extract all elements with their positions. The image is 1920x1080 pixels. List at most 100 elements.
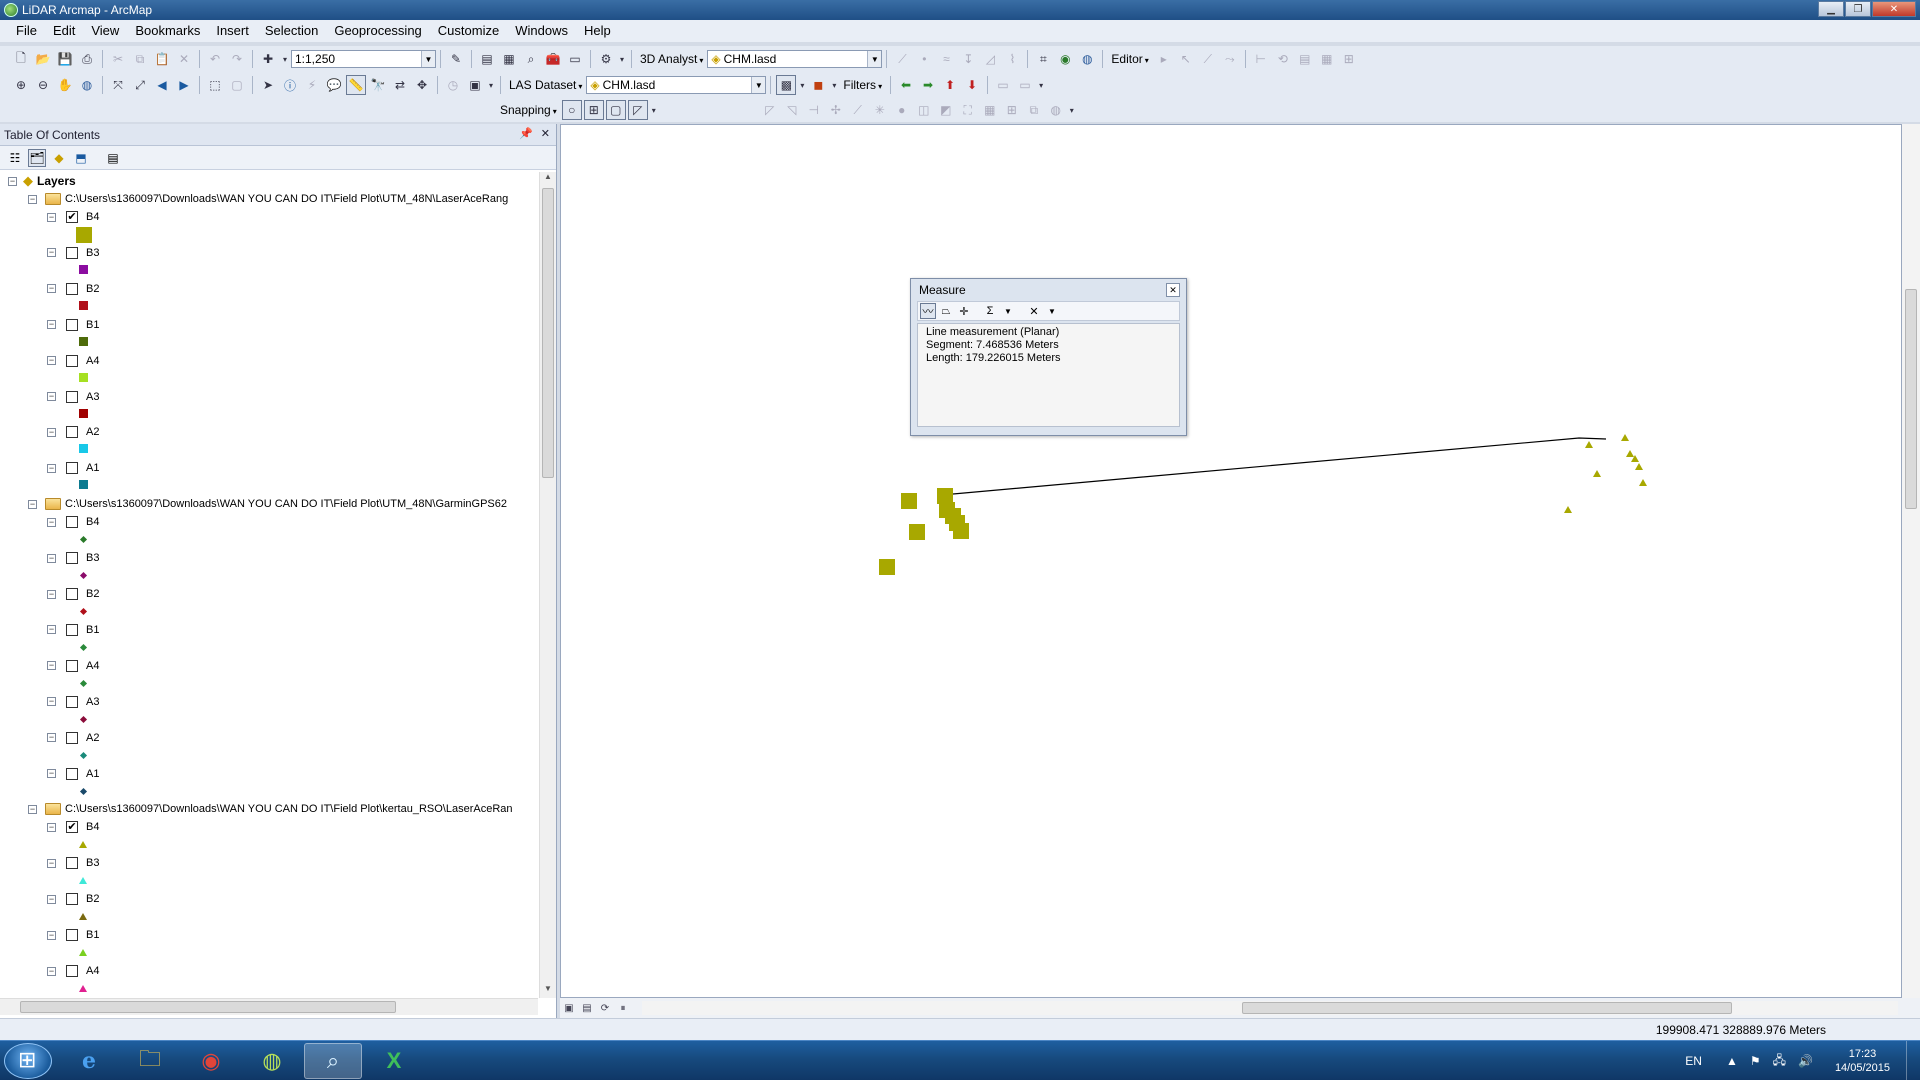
arctoolbox-icon[interactable]: 🧰 xyxy=(543,49,563,69)
forward-extent-icon[interactable]: ▶ xyxy=(174,75,194,95)
go-to-xy-icon[interactable]: ✥ xyxy=(412,75,432,95)
surface-symbology-dropdown-icon[interactable]: ▾ xyxy=(830,75,838,95)
collapse-icon[interactable]: − xyxy=(47,894,56,904)
copy-icon[interactable]: ⧉ xyxy=(130,49,150,69)
layer-item[interactable]: − A2 xyxy=(47,729,99,747)
volume-icon[interactable]: 🔊 xyxy=(1798,1054,1813,1068)
list-by-selection-icon[interactable]: ⬒ xyxy=(72,149,90,167)
layer-item[interactable]: − B1 xyxy=(47,926,99,944)
layer-visibility-checkbox[interactable] xyxy=(66,588,78,600)
contour-icon[interactable]: ≈ xyxy=(936,49,956,69)
layer-item[interactable]: − B4 xyxy=(47,513,99,531)
editor-toolbar-icon[interactable]: ✎ xyxy=(446,49,466,69)
layer-item[interactable]: − ✔ B4 xyxy=(47,818,99,836)
profile-dropdown-icon[interactable]: ⌗ xyxy=(1033,49,1053,69)
layer-group-2[interactable]: − C:\Users\s1360097\Downloads\WAN YOU CAN… xyxy=(28,800,513,818)
toc-close-icon[interactable]: ✕ xyxy=(541,127,550,140)
point-symbology-icon[interactable]: ▩ xyxy=(776,75,797,95)
add-data-dropdown-icon[interactable]: ▾ xyxy=(280,49,290,69)
paste-icon[interactable]: 📋 xyxy=(152,49,172,69)
menu-windows[interactable]: Windows xyxy=(507,20,576,42)
las-profile-icon[interactable]: ▭ xyxy=(1015,75,1035,95)
layer-group-0[interactable]: − C:\Users\s1360097\Downloads\WAN YOU CAN… xyxy=(28,190,508,208)
ie-icon[interactable]: e xyxy=(60,1043,118,1079)
straight-segment-icon[interactable]: ⟋ xyxy=(1198,49,1218,69)
split-icon[interactable]: ⊢ xyxy=(1251,49,1271,69)
georef-5-icon[interactable]: ⟋ xyxy=(848,100,868,120)
menu-geoprocessing[interactable]: Geoprocessing xyxy=(326,20,429,42)
surface-symbology-icon[interactable]: ◼ xyxy=(808,75,828,95)
georef-8-icon[interactable]: ◫ xyxy=(914,100,934,120)
undo-icon[interactable]: ↶ xyxy=(205,49,225,69)
explorer-icon[interactable]: 🗀 xyxy=(121,1043,179,1079)
python-window-icon[interactable]: ▭ xyxy=(565,49,585,69)
open-icon[interactable]: 📂 xyxy=(33,49,53,69)
fixed-zoom-in-icon[interactable]: ⤧ xyxy=(108,75,128,95)
georef-10-icon[interactable]: ⛶ xyxy=(958,100,978,120)
choose-units-icon[interactable]: ▼ xyxy=(1000,303,1016,319)
full-extent-icon[interactable]: ◍ xyxy=(77,75,97,95)
collapse-icon[interactable]: − xyxy=(47,517,56,527)
line-of-sight-icon[interactable]: ◿ xyxy=(980,49,1000,69)
clear-selection-icon[interactable]: ▢ xyxy=(227,75,247,95)
interpolate-point-icon[interactable]: • xyxy=(914,49,934,69)
measure-title-bar[interactable]: Measure ✕ xyxy=(911,279,1186,301)
select-features-icon[interactable]: ⬚ xyxy=(205,75,225,95)
layer-visibility-checkbox[interactable] xyxy=(66,390,78,403)
layer-item[interactable]: − B3 xyxy=(47,549,99,567)
filters-menu[interactable]: Filters ▾ xyxy=(839,78,886,92)
georef-14-icon[interactable]: ◍ xyxy=(1046,100,1066,120)
fixed-zoom-out-icon[interactable]: ⤢ xyxy=(130,75,150,95)
georef-2-icon[interactable]: ◹ xyxy=(782,100,802,120)
georef-13-icon[interactable]: ⧉ xyxy=(1024,100,1044,120)
collapse-icon[interactable]: − xyxy=(47,553,56,563)
3d-analyst-layer-combo[interactable]: ◈ CHM.lasd ▼ xyxy=(707,50,883,68)
excel-icon[interactable]: X xyxy=(365,1043,423,1079)
layer-item[interactable]: − A4 xyxy=(47,657,99,675)
map-horizontal-scrollbar[interactable] xyxy=(642,1001,1898,1015)
redo-icon[interactable]: ↷ xyxy=(227,49,247,69)
tools-options-icon[interactable]: ▾ xyxy=(487,75,495,95)
back-extent-icon[interactable]: ◀ xyxy=(152,75,172,95)
georef-4-icon[interactable]: ✢ xyxy=(826,100,846,120)
collapse-icon[interactable]: − xyxy=(47,769,56,778)
point-snapping-icon[interactable]: ○ xyxy=(561,100,582,120)
data-view-icon[interactable]: ▣ xyxy=(560,1003,578,1014)
map-vertical-scrollbar[interactable] xyxy=(1902,124,1920,998)
toc-vertical-scrollbar[interactable]: ▲ ▼ xyxy=(539,172,556,998)
table-of-contents-icon[interactable]: ▤ xyxy=(477,49,497,69)
las-layer-props-icon[interactable]: ▭ xyxy=(993,75,1013,95)
close-button[interactable]: ✕ xyxy=(1872,1,1916,17)
measure-line-icon[interactable]: 〰 xyxy=(920,303,936,319)
toc-options-icon[interactable]: ▤ xyxy=(104,149,122,167)
collapse-icon[interactable]: − xyxy=(28,499,37,509)
html-popup-icon[interactable]: 💬 xyxy=(324,75,344,95)
layer-group-1[interactable]: − C:\Users\s1360097\Downloads\WAN YOU CAN… xyxy=(28,495,507,513)
layer-item[interactable]: − A4 xyxy=(47,352,99,370)
collapse-icon[interactable]: − xyxy=(47,320,56,330)
end-snapping-icon[interactable]: ⊞ xyxy=(583,100,604,120)
layer-item[interactable]: − ✔ B4 xyxy=(47,208,99,226)
maximize-button[interactable]: ❐ xyxy=(1845,1,1871,17)
collapse-icon[interactable]: − xyxy=(8,176,17,186)
steepest-path-icon[interactable]: ↧ xyxy=(958,49,978,69)
pause-drawing-icon[interactable]: ⏸ xyxy=(614,1003,632,1014)
collapse-icon[interactable]: − xyxy=(47,463,56,473)
toolbar-options-icon[interactable]: ▾ xyxy=(618,49,626,69)
arcgis-icon[interactable]: ◍ xyxy=(243,1043,301,1079)
arcscene-icon[interactable]: ◉ xyxy=(1055,49,1075,69)
attributes-icon[interactable]: ▤ xyxy=(1295,49,1315,69)
layer-item[interactable]: − B2 xyxy=(47,890,99,908)
menu-selection[interactable]: Selection xyxy=(257,20,326,42)
layer-visibility-checkbox[interactable] xyxy=(66,354,78,367)
editor-menu[interactable]: Editor ▾ xyxy=(1107,52,1152,66)
select-elements-icon[interactable]: ➤ xyxy=(258,75,278,95)
hyperlink-icon[interactable]: ⚡ xyxy=(302,75,322,95)
zoom-in-icon[interactable]: ⊕ xyxy=(11,75,31,95)
profile-graph-icon[interactable]: ⌇ xyxy=(1002,49,1022,69)
profile-view-icon[interactable]: ⬅ xyxy=(896,75,916,95)
measure-close-icon[interactable]: ✕ xyxy=(1166,283,1180,297)
pin-icon[interactable]: 📌 xyxy=(519,127,533,140)
3d-analyst-menu[interactable]: 3D Analyst ▾ xyxy=(636,52,707,66)
map-view[interactable]: Measure ✕ 〰 ⏢ ✛ Σ ▼ ✕ ▼ Line measurement… xyxy=(560,124,1902,998)
